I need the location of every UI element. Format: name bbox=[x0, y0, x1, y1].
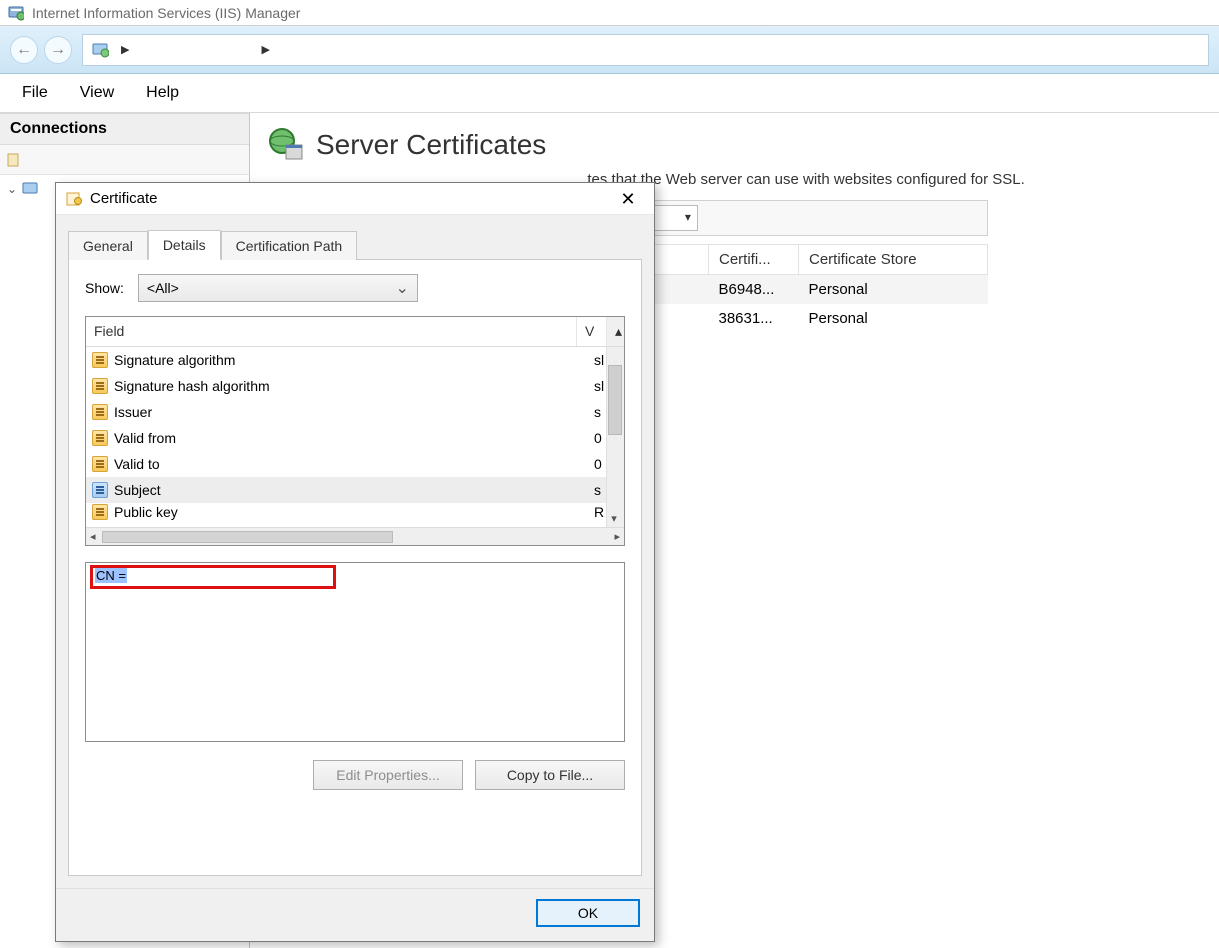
horizontal-scrollbar[interactable]: ◂ ▸ bbox=[86, 527, 624, 545]
server-certificates-icon bbox=[268, 127, 304, 163]
show-select[interactable]: <All> bbox=[138, 274, 418, 302]
col-field[interactable]: Field bbox=[86, 317, 576, 346]
connections-title: Connections bbox=[0, 113, 249, 145]
field-listbox: Field V ▴ ▾ Signature algorithmslSignatu… bbox=[85, 316, 625, 546]
detail-cn-value: CN = bbox=[95, 568, 127, 583]
field-name: Valid to bbox=[114, 456, 588, 472]
field-name: Signature algorithm bbox=[114, 352, 588, 368]
file-icon bbox=[6, 152, 22, 168]
tab-panel-details: Show: <All> Field V ▴ ▾ Signature algori… bbox=[68, 259, 642, 876]
scroll-right-icon[interactable]: ▸ bbox=[614, 530, 620, 543]
field-detail-textbox[interactable]: CN = bbox=[85, 562, 625, 742]
scroll-left-icon[interactable]: ◂ bbox=[90, 530, 96, 543]
tab-details[interactable]: Details bbox=[148, 230, 221, 260]
iis-app-icon bbox=[8, 5, 24, 21]
certificate-icon bbox=[66, 191, 82, 207]
field-row[interactable]: Valid from0 bbox=[86, 425, 624, 451]
col-value[interactable]: V bbox=[576, 317, 606, 346]
property-icon bbox=[92, 378, 108, 394]
field-row[interactable]: Signature algorithmsl bbox=[86, 347, 624, 373]
expand-caret-icon[interactable]: ⌄ bbox=[6, 182, 18, 196]
breadcrumb-arrow-icon: ▶ bbox=[121, 43, 129, 56]
col-hash[interactable]: Certifi... bbox=[709, 245, 799, 275]
edit-properties-button: Edit Properties... bbox=[313, 760, 463, 790]
field-row[interactable]: Issuers bbox=[86, 399, 624, 425]
cn-highlight-annotation: CN = bbox=[90, 565, 336, 589]
dialog-footer: OK bbox=[56, 888, 654, 941]
field-row[interactable]: Valid to0 bbox=[86, 451, 624, 477]
dialog-title: Certificate bbox=[90, 190, 158, 207]
field-list[interactable]: ▾ Signature algorithmslSignature hash al… bbox=[86, 347, 624, 527]
h-scrollbar-thumb[interactable] bbox=[102, 531, 394, 543]
dialog-tabs: General Details Certification Path bbox=[68, 229, 642, 259]
nav-toolbar: ← → ▶ ▶ bbox=[0, 26, 1219, 74]
col-store[interactable]: Certificate Store bbox=[799, 245, 988, 275]
property-icon bbox=[92, 430, 108, 446]
field-name: Signature hash algorithm bbox=[114, 378, 588, 394]
dialog-close-button[interactable]: ✕ bbox=[612, 190, 644, 208]
property-icon bbox=[92, 404, 108, 420]
window-titlebar: Internet Information Services (IIS) Mana… bbox=[0, 0, 1219, 26]
page-title: Server Certificates bbox=[316, 129, 546, 161]
field-name: Issuer bbox=[114, 404, 588, 420]
server-icon bbox=[91, 41, 109, 59]
show-label: Show: bbox=[85, 280, 124, 296]
copy-to-file-button[interactable]: Copy to File... bbox=[475, 760, 625, 790]
property-icon bbox=[92, 352, 108, 368]
menu-view[interactable]: View bbox=[74, 80, 120, 106]
window-title: Internet Information Services (IIS) Mana… bbox=[32, 5, 300, 21]
field-name: Valid from bbox=[114, 430, 588, 446]
field-row[interactable]: Public keyR bbox=[86, 503, 624, 521]
address-bar[interactable]: ▶ ▶ bbox=[82, 34, 1209, 66]
show-select-value: <All> bbox=[147, 280, 179, 296]
cell-hash: 38631... bbox=[709, 304, 799, 333]
field-row[interactable]: Subjects bbox=[86, 477, 624, 503]
tab-general[interactable]: General bbox=[68, 231, 148, 260]
tab-certification-path[interactable]: Certification Path bbox=[221, 231, 358, 260]
ok-button[interactable]: OK bbox=[536, 899, 640, 927]
breadcrumb-arrow-icon: ▶ bbox=[261, 43, 269, 56]
cell-store: Personal bbox=[799, 304, 988, 333]
scroll-up-icon[interactable]: ▴ bbox=[606, 317, 624, 346]
certificate-dialog: Certificate ✕ General Details Certificat… bbox=[55, 182, 655, 942]
scroll-down-icon[interactable]: ▾ bbox=[606, 512, 622, 525]
field-name: Subject bbox=[114, 482, 588, 498]
property-icon bbox=[92, 456, 108, 472]
connections-toolbar bbox=[0, 145, 249, 175]
vertical-scrollbar[interactable]: ▾ bbox=[606, 347, 624, 527]
menu-file[interactable]: File bbox=[16, 80, 54, 106]
field-list-header: Field V ▴ bbox=[86, 317, 624, 347]
menu-help[interactable]: Help bbox=[140, 80, 185, 106]
property-icon bbox=[92, 504, 108, 520]
field-name: Public key bbox=[114, 504, 588, 520]
cell-hash: B6948... bbox=[709, 275, 799, 305]
nav-back-button[interactable]: ← bbox=[10, 36, 38, 64]
server-node-icon bbox=[22, 181, 38, 197]
scrollbar-thumb[interactable] bbox=[608, 365, 622, 435]
property-icon bbox=[92, 482, 108, 498]
field-row[interactable]: Signature hash algorithmsl bbox=[86, 373, 624, 399]
nav-forward-button[interactable]: → bbox=[44, 36, 72, 64]
dialog-titlebar: Certificate ✕ bbox=[56, 183, 654, 215]
menu-bar: File View Help bbox=[0, 74, 1219, 113]
cell-store: Personal bbox=[799, 275, 988, 305]
